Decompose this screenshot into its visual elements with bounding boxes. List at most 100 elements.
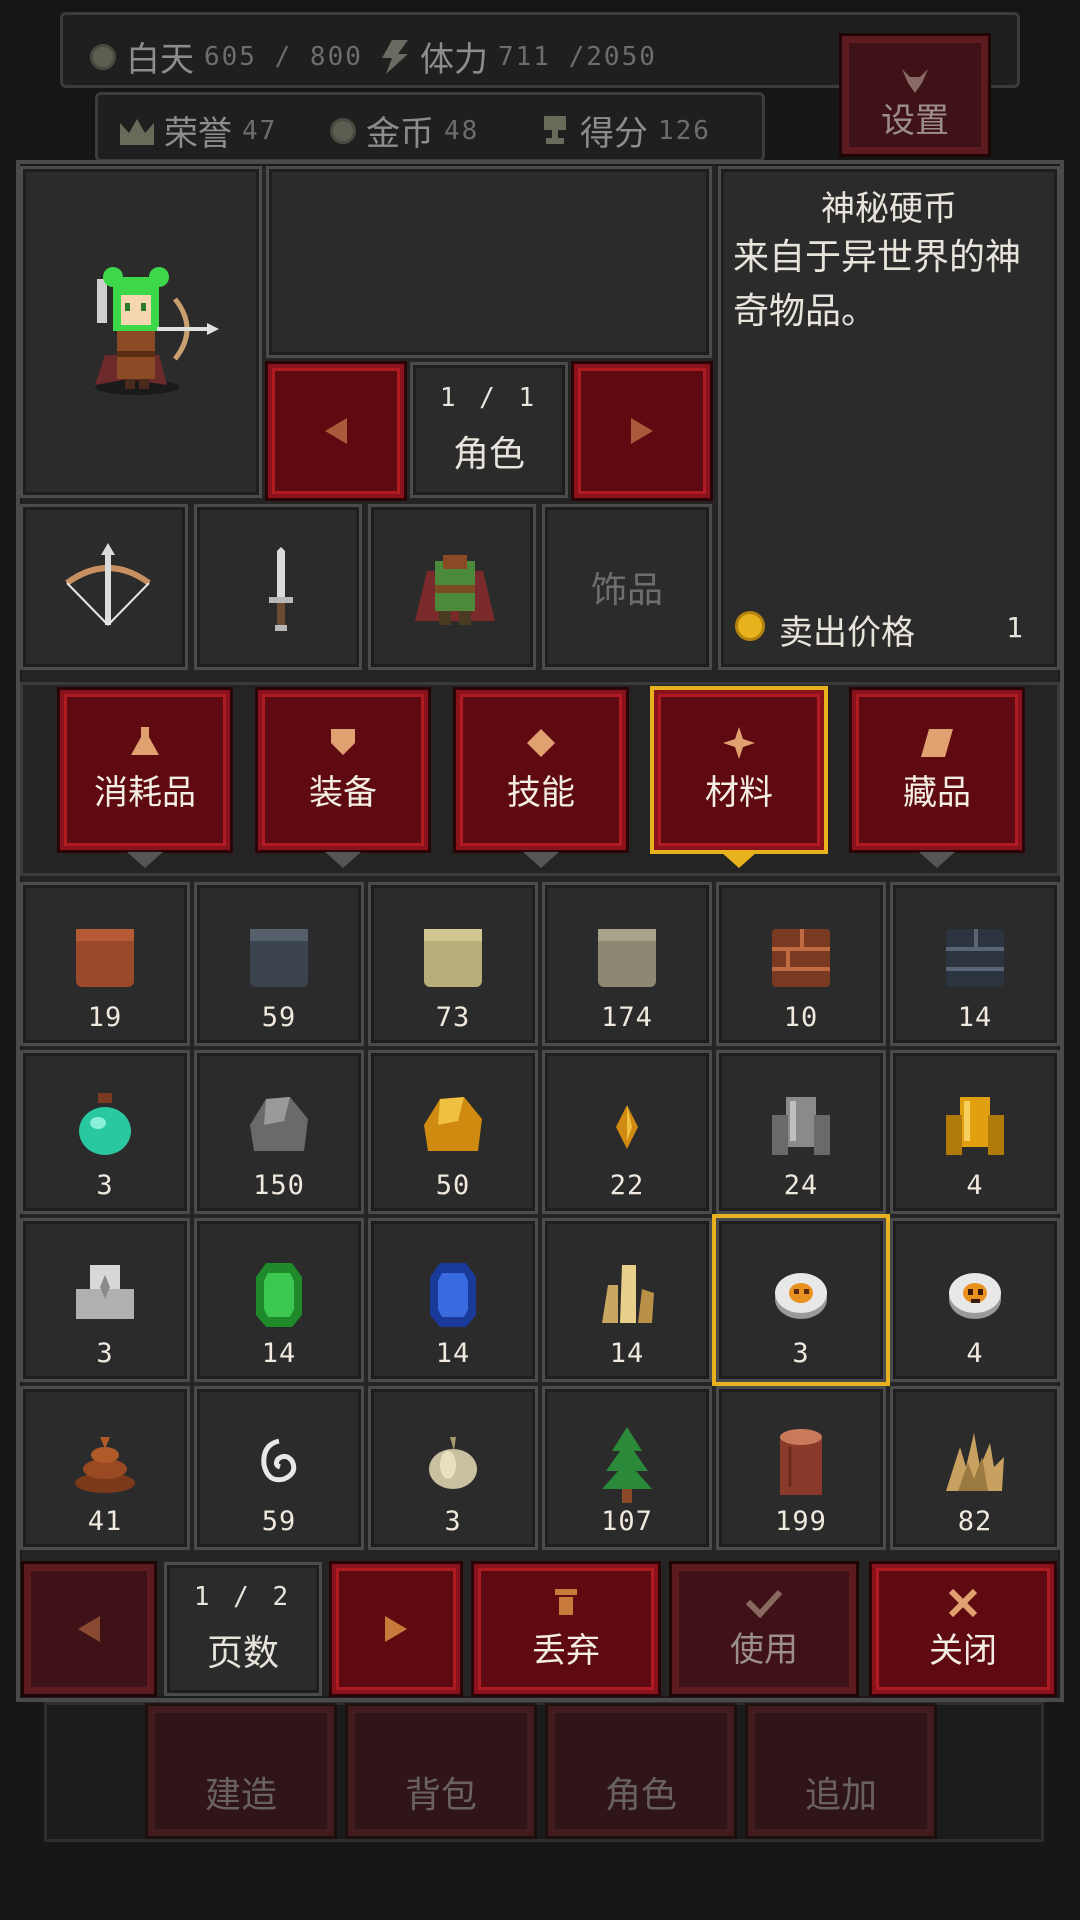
item-count: 59 xyxy=(261,1002,297,1033)
brick-icon xyxy=(772,929,830,987)
prev-character-button[interactable] xyxy=(268,364,404,498)
inventory-slot[interactable]: 3 xyxy=(20,1218,190,1382)
inventory-slot[interactable]: 150 xyxy=(194,1050,364,1214)
prev-page-button[interactable] xyxy=(24,1564,154,1694)
nav-character-button[interactable]: 角色 xyxy=(548,1706,734,1836)
tab-label: 藏品 xyxy=(903,772,971,813)
item-detail-title: 神秘硬币 xyxy=(821,189,957,229)
sun-icon xyxy=(90,43,116,70)
crown-icon xyxy=(120,118,154,145)
emerald-icon xyxy=(256,1263,302,1327)
tree-icon xyxy=(602,1427,652,1503)
trash-icon xyxy=(555,1588,577,1615)
inventory-slot[interactable]: 14 xyxy=(542,1218,712,1382)
item-count: 41 xyxy=(87,1506,123,1537)
next-character-button[interactable] xyxy=(574,364,710,498)
inventory-slot[interactable]: 4 xyxy=(890,1050,1060,1214)
inventory-slot[interactable]: 3 xyxy=(20,1050,190,1214)
use-button[interactable]: 使用 xyxy=(672,1564,856,1694)
coin-icon xyxy=(735,611,765,641)
accessory-slot[interactable]: 饰品 xyxy=(542,504,712,670)
sand-block-icon xyxy=(424,929,482,987)
item-count: 82 xyxy=(957,1506,993,1537)
settings-button[interactable]: 设置 xyxy=(842,36,988,154)
inventory-slot[interactable]: 174 xyxy=(542,882,712,1046)
tab-3[interactable]: 技能 xyxy=(456,690,626,868)
inventory-slot[interactable]: 22 xyxy=(542,1050,712,1214)
gold-ore-icon xyxy=(424,1097,482,1151)
inventory-slot[interactable]: 3 xyxy=(368,1386,538,1550)
tab-4[interactable]: 材料 xyxy=(650,686,828,868)
item-count: 14 xyxy=(957,1002,993,1033)
nav-add-button[interactable]: 追加 xyxy=(748,1706,934,1836)
inventory-slot[interactable]: 107 xyxy=(542,1386,712,1550)
stamina-stat: 体力 711 /2050 xyxy=(380,32,657,81)
inventory-slot[interactable]: 14 xyxy=(194,1218,364,1382)
close-icon xyxy=(948,1588,978,1617)
stone-block-icon xyxy=(598,929,656,987)
inventory-slot[interactable]: 59 xyxy=(194,1386,364,1550)
inventory-slot[interactable]: 59 xyxy=(194,882,364,1046)
nav-backpack-button[interactable]: 背包 xyxy=(348,1706,534,1836)
item-count: 14 xyxy=(609,1338,645,1369)
item-count: 107 xyxy=(601,1506,653,1537)
checkmark-icon xyxy=(745,1589,783,1618)
accessory-slot-label: 饰品 xyxy=(590,570,663,611)
item-count: 22 xyxy=(609,1170,645,1201)
nav-label: 角色 xyxy=(604,1775,677,1816)
inventory-slot[interactable]: 10 xyxy=(716,882,886,1046)
tab-1[interactable]: 消耗品 xyxy=(60,690,230,868)
item-detail-panel: 神秘硬币 来自于异世界的神奇物品。 卖出价格 1 xyxy=(718,166,1060,670)
gear-icon xyxy=(723,726,755,759)
tab-label: 技能 xyxy=(507,772,575,813)
score-value: 126 xyxy=(658,115,711,146)
discard-button[interactable]: 丢弃 xyxy=(474,1564,658,1694)
coin-icon xyxy=(330,117,356,144)
inventory-slot[interactable]: 73 xyxy=(368,882,538,1046)
gold-ingot-icon xyxy=(946,1097,1004,1155)
day-stat: 白天 605 / 800 xyxy=(90,32,363,81)
page-number: 1 / 2 xyxy=(193,1582,293,1612)
nav-build-button[interactable]: 建造 xyxy=(148,1706,334,1836)
item-count: 14 xyxy=(261,1338,297,1369)
close-button[interactable]: 关闭 xyxy=(872,1564,1054,1694)
gold-stat: 金币 48 xyxy=(330,106,479,155)
stamina-value: 711 /2050 xyxy=(498,41,657,72)
inventory-slot[interactable]: 3 xyxy=(712,1214,890,1386)
hay-icon xyxy=(946,1433,1004,1491)
inventory-slot[interactable]: 41 xyxy=(20,1386,190,1550)
settings-label: 设置 xyxy=(881,101,949,141)
weapon-slot[interactable] xyxy=(20,504,188,670)
honor-stat: 荣誉 47 xyxy=(120,106,277,155)
garlic-icon xyxy=(429,1437,477,1489)
potion-icon xyxy=(131,726,159,755)
day-value: 605 / 800 xyxy=(204,41,363,72)
day-label: 白天 xyxy=(126,40,194,80)
next-page-button[interactable] xyxy=(332,1564,460,1694)
log-icon xyxy=(780,1429,822,1495)
inventory-slot[interactable]: 82 xyxy=(890,1386,1060,1550)
score-stat: 得分 126 xyxy=(540,106,711,155)
tab-2[interactable]: 装备 xyxy=(258,690,428,868)
amber-shard-icon xyxy=(616,1105,638,1149)
cloak-armor-icon xyxy=(415,555,495,625)
item-count: 174 xyxy=(601,1002,653,1033)
inventory-slot[interactable]: 24 xyxy=(716,1050,886,1214)
inventory-slot[interactable]: 19 xyxy=(20,882,190,1046)
inventory-slot[interactable]: 14 xyxy=(368,1218,538,1382)
inventory-slot[interactable]: 199 xyxy=(716,1386,886,1550)
tab-5[interactable]: 藏品 xyxy=(852,690,1022,868)
mystery-coin-icon xyxy=(775,1273,827,1319)
inventory-slot[interactable]: 4 xyxy=(890,1218,1060,1382)
inventory-slot[interactable]: 50 xyxy=(368,1050,538,1214)
armor-slot[interactable] xyxy=(368,504,536,670)
crossbow-icon xyxy=(65,543,151,626)
brown-block-icon xyxy=(76,929,134,987)
character-portrait[interactable] xyxy=(20,166,262,498)
page-label: 页数 xyxy=(206,1633,279,1674)
inventory-slot[interactable]: 14 xyxy=(890,882,1060,1046)
item-count: 59 xyxy=(261,1506,297,1537)
offhand-slot[interactable] xyxy=(194,504,362,670)
gold-label: 金币 xyxy=(366,114,434,154)
character-preview-area xyxy=(266,166,712,358)
